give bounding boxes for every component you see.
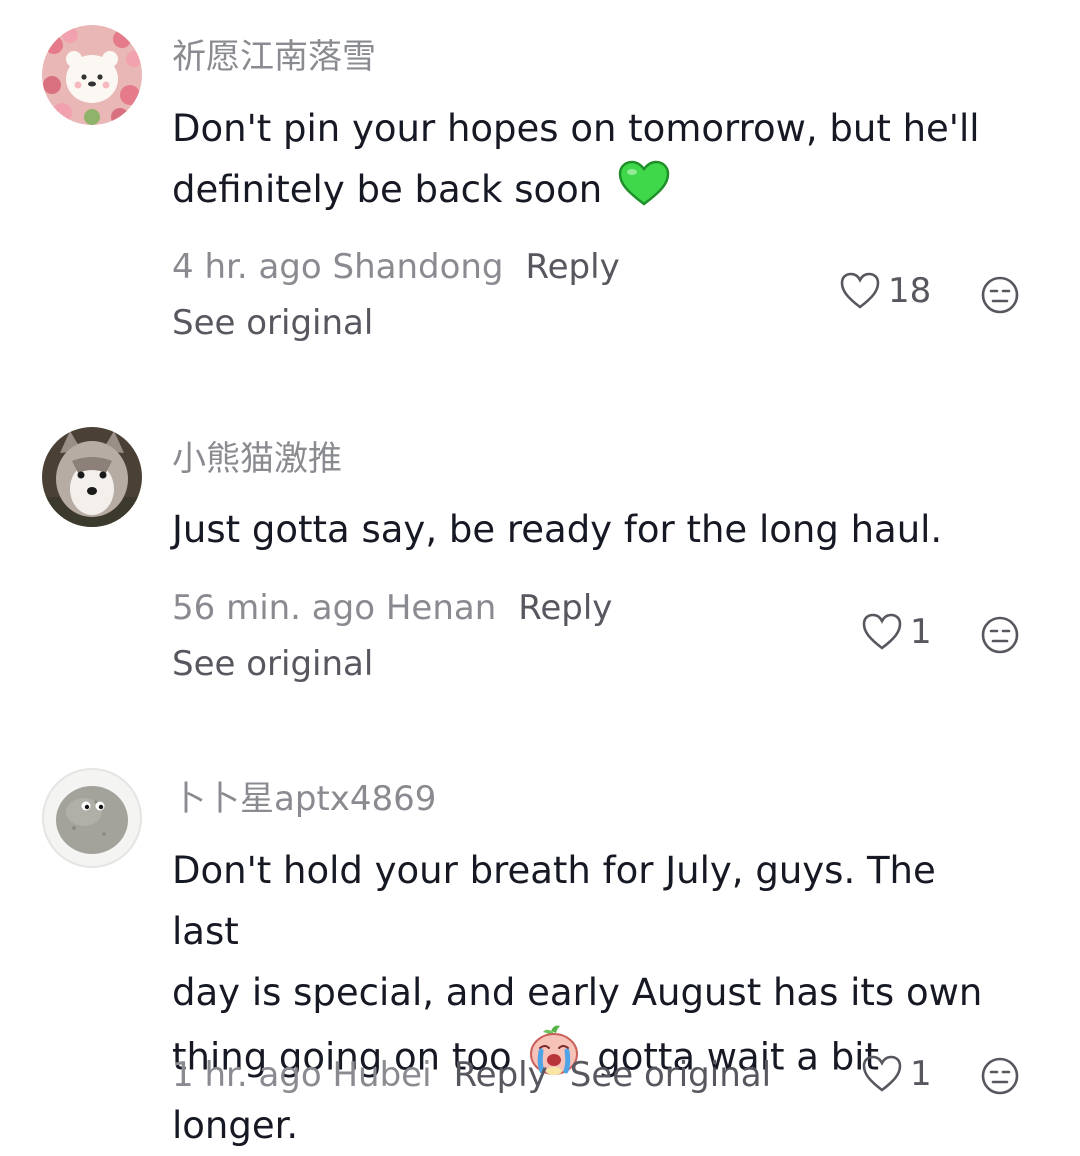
see-original-button[interactable]: See original (570, 1055, 771, 1095)
avatar[interactable] (42, 25, 142, 125)
reply-button[interactable]: Reply (518, 588, 612, 628)
dislike-button[interactable] (980, 615, 1020, 655)
comment-text: Just gotta say, be ready for the long ha… (172, 508, 943, 551)
comment-text: Don't pin your hopes on tomorrow, but he… (172, 98, 1012, 224)
comment-text-line: Don't hold your breath for July, guys. T… (172, 849, 936, 953)
meh-face-icon (981, 616, 1019, 654)
comment-text-line: Don't pin your hopes on tomorrow, but he… (172, 107, 980, 150)
see-original-button[interactable]: See original (172, 644, 373, 684)
comment-username[interactable]: 祈愿江南落雪 (172, 37, 376, 77)
reply-button[interactable]: Reply (454, 1055, 548, 1095)
like-count: 1 (910, 612, 932, 652)
dislike-button[interactable] (980, 275, 1020, 315)
see-original-button[interactable]: See original (172, 303, 373, 343)
like-count: 1 (910, 1054, 932, 1094)
comment-text: Don't hold your breath for July, guys. T… (172, 840, 1012, 1156)
meh-face-icon (981, 1057, 1019, 1095)
time-location: 4 hr. ago Shandong (172, 247, 504, 287)
time-location: 1 hr. ago Hubei (172, 1055, 432, 1095)
heart-outline-icon (840, 272, 880, 309)
comment-username[interactable]: 卜卜星aptx4869 (172, 779, 436, 819)
comment-text-line: definitely be back soon (172, 159, 1012, 224)
like-button[interactable]: 1 (862, 1054, 932, 1094)
green-heart-icon (618, 160, 670, 224)
comment-meta: 1 hr. ago Hubei Reply See original (172, 1055, 771, 1095)
like-count: 18 (888, 271, 932, 311)
heart-outline-icon (862, 613, 902, 650)
avatar[interactable] (42, 427, 142, 527)
comment-meta: 56 min. ago Henan Reply (172, 588, 612, 628)
avatar[interactable] (42, 768, 142, 868)
dislike-button[interactable] (980, 1056, 1020, 1096)
comment-meta: 4 hr. ago Shandong Reply (172, 247, 620, 287)
comment-text-fragment: definitely be back soon (172, 168, 603, 211)
like-button[interactable]: 1 (862, 612, 932, 652)
meh-face-icon (981, 276, 1019, 314)
time-location: 56 min. ago Henan (172, 588, 497, 628)
comment-text-line: day is special, and early August has its… (172, 971, 983, 1014)
reply-button[interactable]: Reply (526, 247, 620, 287)
comment-username[interactable]: 小熊猫激推 (172, 439, 342, 479)
like-button[interactable]: 18 (840, 271, 931, 311)
heart-outline-icon (862, 1055, 902, 1092)
